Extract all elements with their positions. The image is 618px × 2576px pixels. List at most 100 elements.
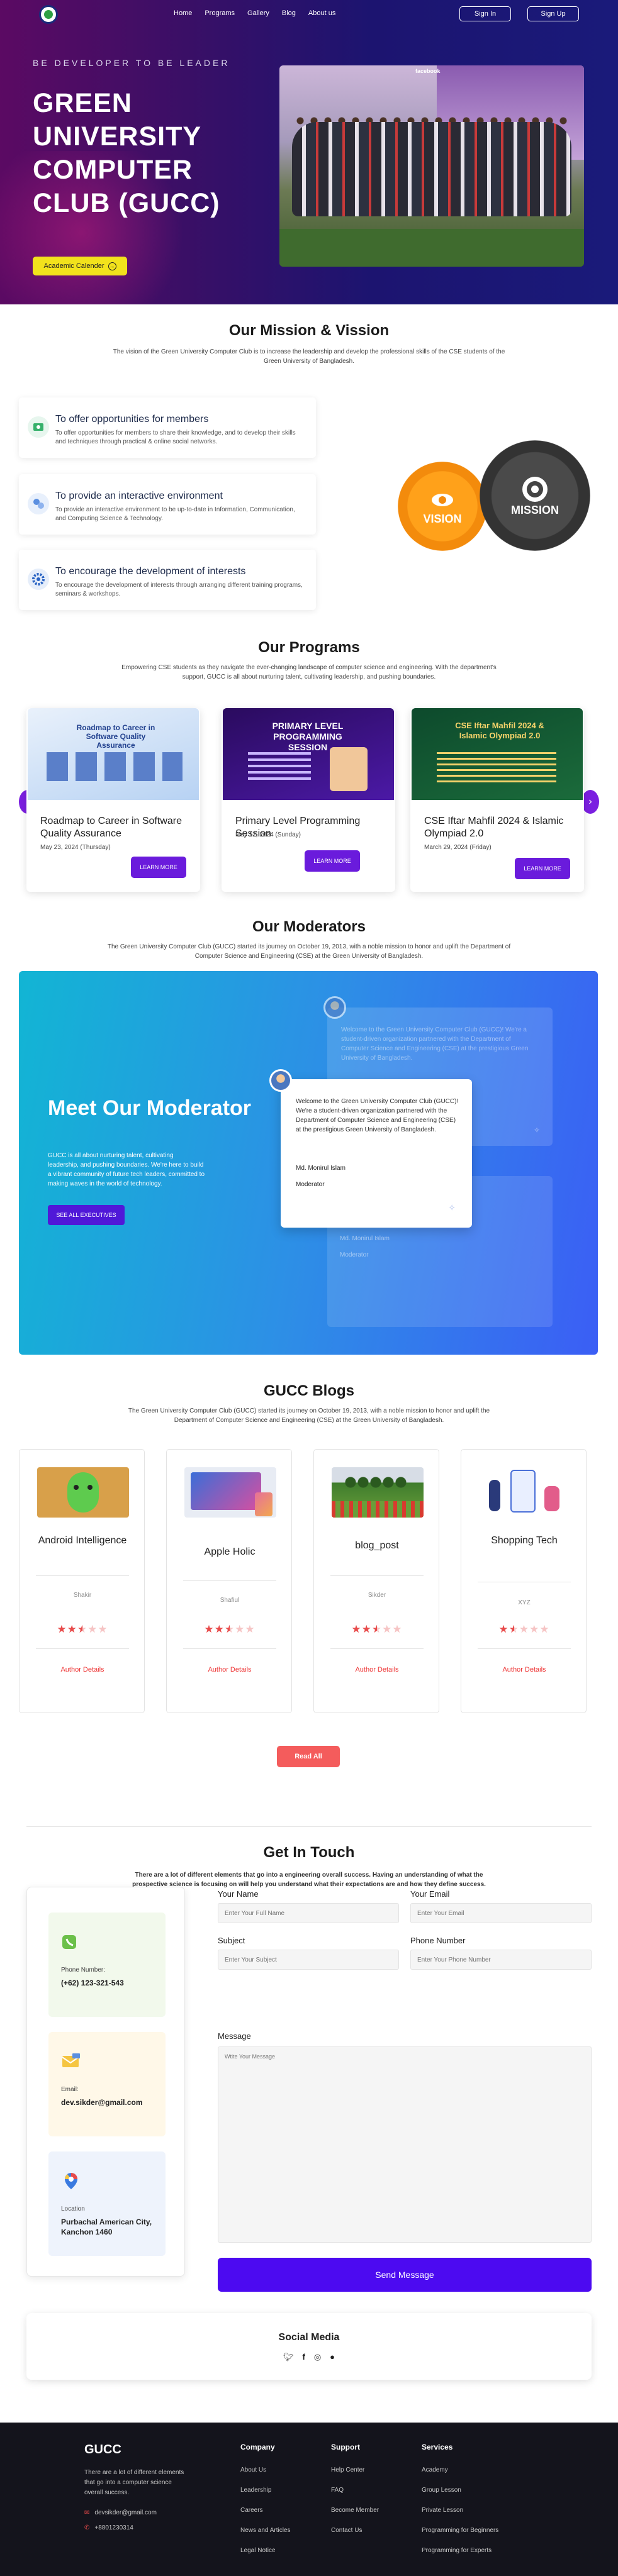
- instagram-icon[interactable]: ◎: [314, 2352, 321, 2362]
- program-card-2[interactable]: PRIMARY LEVEL PROGRAMMING SESSION Primar…: [222, 708, 395, 892]
- footer-support-column: Support Help Center FAQ Become Member Co…: [331, 2443, 379, 2547]
- star-icon: ★: [214, 1623, 225, 1635]
- blog-card-2[interactable]: Apple Holic Shafiul ★★★★★ Author Details: [166, 1449, 292, 1713]
- phone-input[interactable]: [410, 1950, 592, 1970]
- send-message-button[interactable]: Send Message: [218, 2258, 592, 2292]
- footer-link[interactable]: FAQ: [331, 2487, 379, 2507]
- learn-more-button[interactable]: LEARN MORE: [305, 850, 360, 872]
- blog-title: blog_post: [355, 1540, 399, 1551]
- blog-image-2: [184, 1467, 276, 1518]
- blog-divider: [36, 1575, 129, 1576]
- calendar-label: Academic Calender: [43, 262, 104, 270]
- nav-home[interactable]: Home: [174, 9, 192, 17]
- email-value: dev.sikder@gmail.com: [61, 2098, 143, 2107]
- learn-more-button[interactable]: LEARN MORE: [131, 857, 186, 878]
- phone-icon: ✆: [84, 2524, 90, 2531]
- see-all-executives-button[interactable]: SEE ALL EXECUTIVES: [48, 1205, 125, 1225]
- program-date: May 23, 2024 (Thursday): [40, 844, 111, 851]
- footer-link[interactable]: Group Lesson: [422, 2487, 498, 2507]
- moderator-quote-faded: Welcome to the Green University Computer…: [341, 1026, 529, 1062]
- moderator-panel: Meet Our Moderator GUCC is all about nur…: [19, 971, 598, 1355]
- carousel-next-button[interactable]: ›: [581, 790, 599, 814]
- footer-link[interactable]: Legal Notice: [240, 2547, 290, 2567]
- gucc-logo[interactable]: [39, 5, 58, 24]
- mission-gear: MISSION: [480, 440, 590, 551]
- blog-author: Shakir: [73, 1592, 92, 1599]
- subject-input[interactable]: [218, 1950, 399, 1970]
- footer-link[interactable]: News and Articles: [240, 2527, 290, 2547]
- footer-link[interactable]: About Us: [240, 2467, 290, 2487]
- star-icon: ★: [519, 1623, 530, 1635]
- rating-stars: ★★★★★: [20, 1623, 145, 1636]
- sign-up-button[interactable]: Sign Up: [527, 6, 579, 21]
- email-input[interactable]: [410, 1903, 592, 1923]
- sign-in-button[interactable]: Sign In: [459, 6, 511, 21]
- footer-link[interactable]: Leadership: [240, 2487, 290, 2507]
- footer-link[interactable]: Help Center: [331, 2467, 379, 2487]
- nav-about[interactable]: About us: [308, 9, 335, 17]
- nav-programs[interactable]: Programs: [205, 9, 235, 17]
- programs-heading: Our Programs: [258, 639, 360, 656]
- footer-link[interactable]: Academy: [422, 2467, 498, 2487]
- author-details-link[interactable]: Author Details: [167, 1666, 293, 1674]
- mission-card-desc: To provide an interactive environment to…: [55, 506, 295, 522]
- mission-label: MISSION: [510, 503, 559, 516]
- program-card-3[interactable]: CSE Iftar Mahfil 2024 & Islamic Olympiad…: [410, 708, 584, 892]
- program-card-1[interactable]: Roadmap to Career in Software Quality As…: [26, 708, 200, 892]
- blog-divider: [36, 1648, 129, 1649]
- blog-title: Apple Holic: [204, 1546, 256, 1557]
- meet-moderator-title: Meet Our Moderator: [48, 1096, 252, 1120]
- blog-card-3[interactable]: blog_post Sikder ★★★★★ Author Details: [313, 1449, 439, 1713]
- name-field-label: Your Name: [218, 1889, 259, 1899]
- program-date: May 12, 2024 (Sunday): [235, 831, 301, 838]
- footer-link[interactable]: Programming for Experts: [422, 2547, 498, 2567]
- blog-card-4[interactable]: Shopping Tech XYZ ★★★★★ Author Details: [461, 1449, 587, 1713]
- section-divider: [26, 1826, 592, 1827]
- footer-link[interactable]: Become Member: [331, 2507, 379, 2527]
- github-icon[interactable]: ●: [330, 2352, 335, 2362]
- mission-card-1: To offer opportunities for members To of…: [19, 397, 316, 458]
- blogs-heading: GUCC Blogs: [264, 1382, 354, 1399]
- mission-card-desc: To offer opportunities for members to sh…: [55, 430, 296, 445]
- nav-gallery[interactable]: Gallery: [247, 9, 269, 17]
- learn-more-button[interactable]: LEARN MORE: [515, 858, 570, 879]
- academic-calendar-button[interactable]: Academic Calender →: [33, 257, 127, 275]
- author-details-link[interactable]: Author Details: [461, 1666, 587, 1674]
- vision-label: VISION: [423, 512, 462, 525]
- author-details-link[interactable]: Author Details: [314, 1666, 440, 1674]
- vision-gear: VISION: [398, 462, 487, 551]
- name-input[interactable]: [218, 1903, 399, 1923]
- footer-link[interactable]: Contact Us: [331, 2527, 379, 2547]
- nav-blog[interactable]: Blog: [282, 9, 296, 17]
- star-icon: ★: [235, 1623, 245, 1635]
- footer-link[interactable]: Programming for Beginners: [422, 2527, 498, 2547]
- author-details-link[interactable]: Author Details: [20, 1666, 145, 1674]
- footer-link[interactable]: Private Lesson: [422, 2507, 498, 2527]
- location-value: Purbachal American City, Kanchon 1460: [61, 2218, 152, 2236]
- star-icon: ★: [508, 1623, 519, 1635]
- star-icon: ★: [67, 1623, 77, 1635]
- footer-phone[interactable]: ✆ +8801230314: [84, 2524, 133, 2531]
- social-media-card: Social Media 🐦︎ f ◎ ●: [26, 2313, 592, 2380]
- phone-info: Phone Number: (+62) 123-321-543: [48, 1913, 166, 2017]
- mission-card-2: To provide an interactive environment To…: [19, 474, 316, 535]
- blog-card-1[interactable]: Android Intelligence Shakir ★★★★★ Author…: [19, 1449, 145, 1713]
- read-all-button[interactable]: Read All: [277, 1746, 340, 1767]
- star-icon: ★: [57, 1623, 67, 1635]
- rating-stars: ★★★★★: [314, 1623, 440, 1636]
- facebook-icon[interactable]: f: [302, 2352, 305, 2362]
- footer-description: There are a lot of different elements th…: [84, 2469, 184, 2496]
- twitter-icon[interactable]: 🐦︎: [283, 2352, 294, 2362]
- environment-icon: [28, 493, 49, 514]
- footer-email[interactable]: ✉ devsikder@gmail.com: [84, 2509, 157, 2516]
- mission-heading: Our Mission & Vission: [228, 322, 390, 339]
- members-icon: [28, 416, 49, 438]
- location-info: Location Purbachal American City, Kancho…: [48, 2151, 166, 2256]
- message-textarea[interactable]: [218, 2046, 592, 2243]
- moderators-heading: Our Moderators: [252, 918, 366, 935]
- quote-icon: ✧: [448, 1202, 456, 1213]
- star-icon: ★: [351, 1623, 362, 1635]
- footer-link[interactable]: Careers: [240, 2507, 290, 2527]
- moderator-name: Md. Monirul Islam: [296, 1165, 346, 1172]
- star-icon: ★: [392, 1623, 403, 1635]
